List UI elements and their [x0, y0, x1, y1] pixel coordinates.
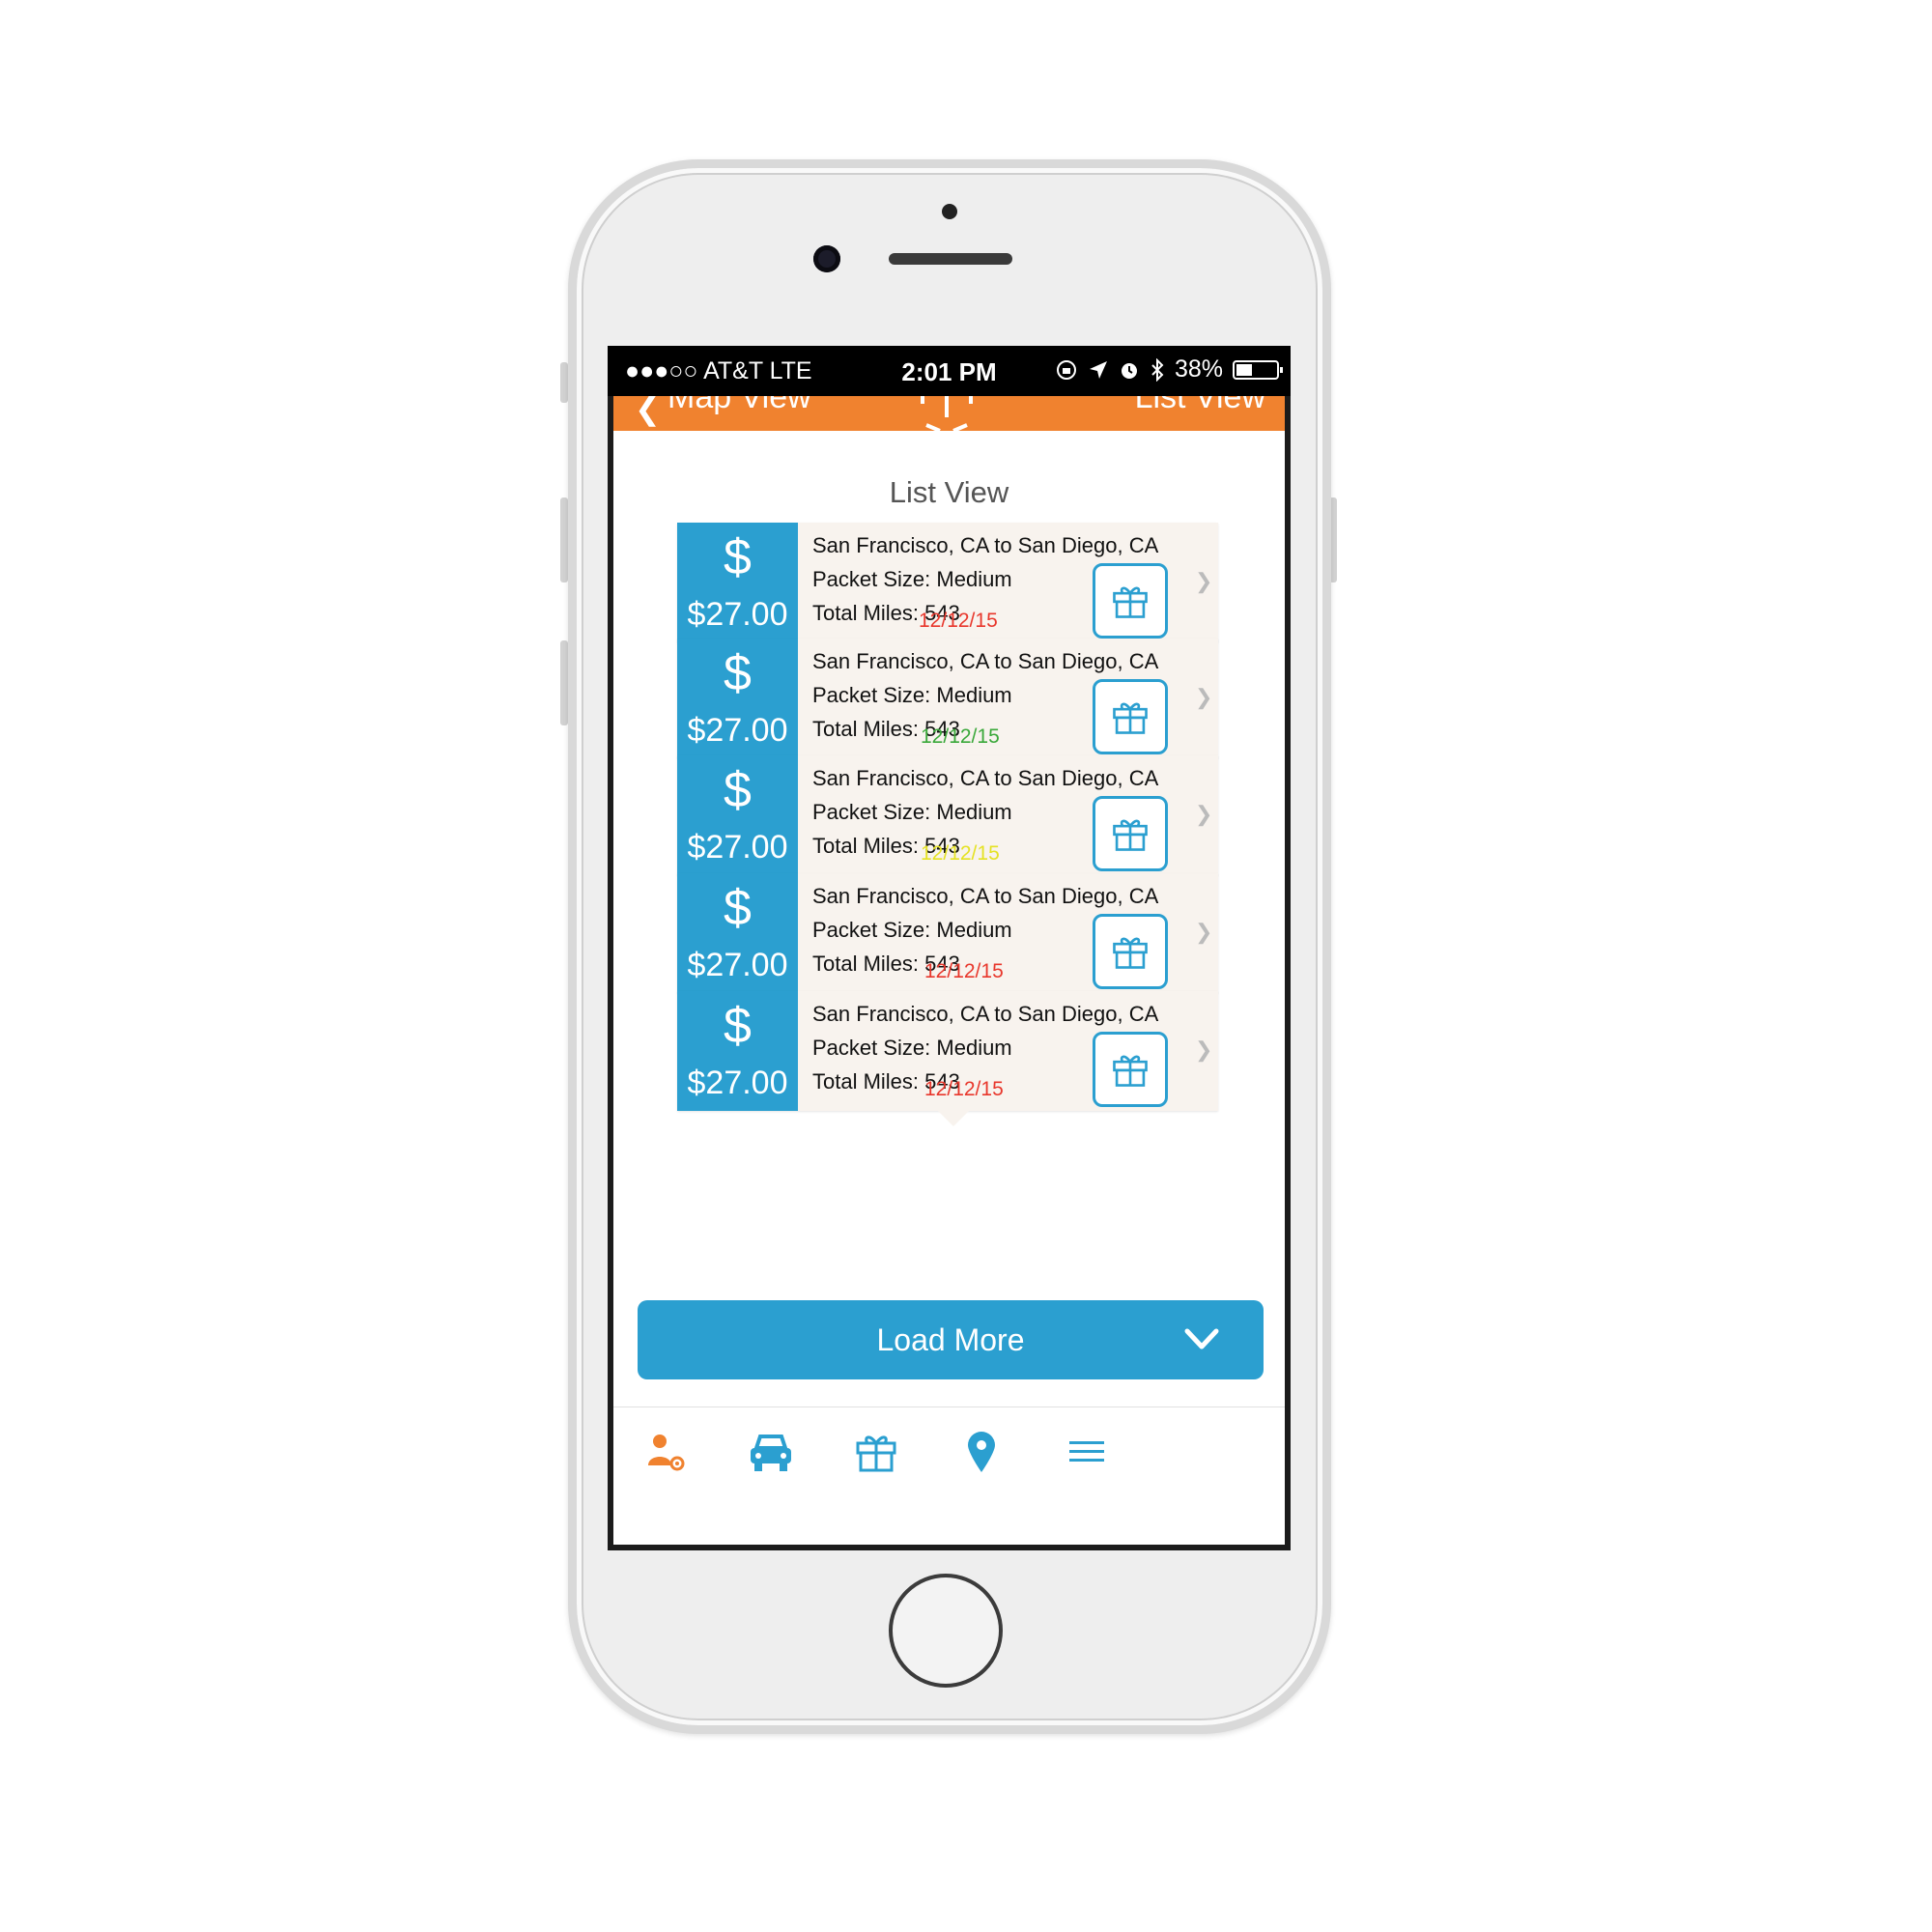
delivery-card[interactable]: $ $27.00 San Francisco, CA to San Diego, C…: [677, 991, 1218, 1126]
volume-down-button: [560, 640, 568, 725]
gift-icon: [856, 1435, 896, 1472]
battery-percent: 38%: [1174, 355, 1223, 383]
price-amount: $27.00: [687, 712, 788, 749]
chevron-right-icon: ❯: [1195, 802, 1213, 826]
list-view-link[interactable]: List View: [1135, 396, 1265, 416]
rotation-lock-icon: [1056, 359, 1076, 380]
bluetooth-icon: [1151, 357, 1164, 382]
price-amount: $27.00: [687, 947, 788, 983]
card-pointer: [938, 1111, 969, 1126]
delivery-date: 12/12/15: [921, 725, 1000, 748]
tab-gift[interactable]: [847, 1423, 905, 1481]
earpiece-speaker: [889, 253, 1012, 265]
logo-icon: [921, 396, 973, 431]
tab-car[interactable]: [742, 1423, 800, 1481]
gift-button[interactable]: [1093, 563, 1168, 639]
dollar-icon: $: [724, 998, 752, 1054]
delivery-card[interactable]: $ $27.00 San Francisco, CA to San Diego, C…: [677, 755, 1218, 891]
price-badge: $ $27.00: [677, 639, 798, 758]
dollar-icon: $: [724, 880, 752, 936]
back-chevron-icon[interactable]: ❮: [635, 396, 661, 427]
tab-location[interactable]: [952, 1423, 1010, 1481]
status-bar: ●●●○○ AT&T LTE 2:01 PM 38%: [608, 346, 1291, 396]
price-badge: $ $27.00: [677, 755, 798, 875]
gift-button[interactable]: [1093, 1032, 1168, 1107]
price-badge: $ $27.00: [677, 523, 798, 642]
mute-switch: [560, 362, 568, 403]
map-view-link[interactable]: Map View: [668, 396, 811, 416]
page-title: List View: [889, 475, 1009, 509]
gift-button[interactable]: [1093, 679, 1168, 754]
price-badge: $ $27.00: [677, 873, 798, 993]
price-amount: $27.00: [687, 596, 788, 633]
dollar-icon: $: [724, 529, 752, 585]
route-text: San Francisco, CA to San Diego, CA: [812, 766, 1159, 790]
chevron-right-icon: ❯: [1195, 569, 1213, 593]
chevron-right-icon: ❯: [1195, 920, 1213, 944]
gift-icon: [1113, 819, 1148, 851]
load-more-label: Load More: [876, 1322, 1025, 1357]
dollar-icon: $: [724, 645, 752, 701]
gift-button[interactable]: [1093, 914, 1168, 989]
gift-icon: [1113, 702, 1148, 734]
gift-icon: [1113, 586, 1148, 618]
route-text: San Francisco, CA to San Diego, CA: [812, 649, 1159, 673]
delivery-date: 12/12/15: [924, 1078, 1004, 1100]
menu-icon: [1069, 1441, 1104, 1462]
price-amount: $27.00: [687, 829, 788, 866]
user-settings-icon: [648, 1435, 685, 1471]
home-button[interactable]: [889, 1574, 1003, 1688]
app-content: ❮ Map View List View List View $ $27.00 Sa…: [613, 396, 1285, 1545]
volume-up-button: [560, 497, 568, 582]
chevron-down-icon: [1184, 1328, 1219, 1350]
chevron-right-icon: ❯: [1195, 1037, 1213, 1062]
front-camera: [813, 245, 840, 272]
location-pin-icon: [968, 1432, 995, 1472]
phone-screen: ●●●○○ AT&T LTE 2:01 PM 38% ❮ Map View Li…: [608, 346, 1291, 1550]
route-text: San Francisco, CA to San Diego, CA: [812, 1002, 1159, 1026]
route-text: San Francisco, CA to San Diego, CA: [812, 533, 1159, 557]
alarm-icon: [1121, 362, 1137, 379]
price-badge: $ $27.00: [677, 991, 798, 1111]
delivery-date: 12/12/15: [921, 842, 1000, 865]
tab-profile-settings[interactable]: [637, 1423, 695, 1481]
price-amount: $27.00: [687, 1065, 788, 1101]
delivery-card[interactable]: $ $27.00 San Francisco, CA to San Diego, C…: [677, 873, 1218, 1009]
gift-icon: [1113, 937, 1148, 969]
load-more-button[interactable]: Load More: [638, 1300, 1264, 1379]
top-nav-bar: ❮ Map View List View: [613, 396, 1285, 431]
bottom-tab-bar: [613, 1406, 1285, 1545]
delivery-card[interactable]: $ $27.00 San Francisco, CA to San Diego, C…: [677, 639, 1218, 774]
chevron-right-icon: ❯: [1195, 685, 1213, 709]
status-icons: 38%: [1055, 355, 1283, 384]
car-icon: [751, 1435, 791, 1471]
location-arrow-icon: [1089, 360, 1107, 379]
route-text: San Francisco, CA to San Diego, CA: [812, 884, 1159, 908]
delivery-card[interactable]: $ $27.00 San Francisco, CA to San Diego, C…: [677, 523, 1218, 658]
delivery-date: 12/12/15: [919, 610, 998, 632]
gift-button[interactable]: [1093, 796, 1168, 871]
battery-icon: [1233, 359, 1283, 380]
delivery-date: 12/12/15: [924, 960, 1004, 982]
gift-icon: [1113, 1055, 1148, 1087]
proximity-sensor: [942, 204, 957, 219]
tab-menu[interactable]: [1058, 1423, 1116, 1481]
dollar-icon: $: [724, 762, 752, 818]
